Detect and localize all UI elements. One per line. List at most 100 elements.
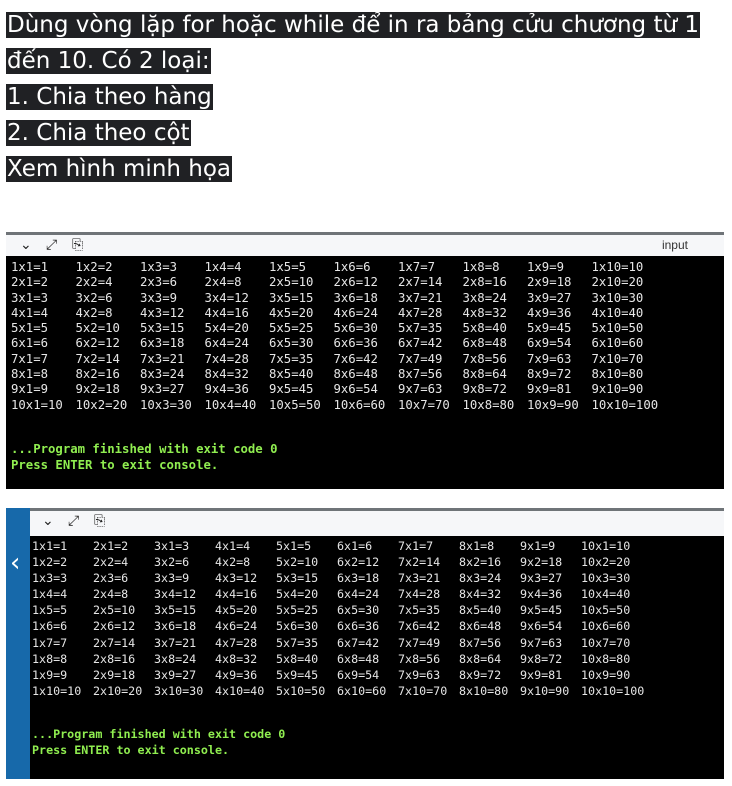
table-cell: 3x1=3 xyxy=(154,539,190,553)
table-cell: 6x4=24 xyxy=(204,336,249,351)
chevron-left-icon[interactable]: ‹ xyxy=(10,548,20,578)
table-cell: 7x8=56 xyxy=(462,351,507,366)
table-cell: 7x10=70 xyxy=(398,683,448,698)
table-cell: 7x1=7 xyxy=(398,539,434,553)
table-cell: 2x1=2 xyxy=(11,275,49,290)
table-cell: 6x5=30 xyxy=(269,336,314,351)
table-cell: 7x6=42 xyxy=(333,351,378,366)
table-cell: 5x3=15 xyxy=(140,321,185,336)
table-cell: 6x3=18 xyxy=(140,336,185,351)
table-cell: 9x2=18 xyxy=(75,382,120,397)
table-row: 8x1=8 8x2=16 8x3=24 8x4=32 8x5=40 8x6=48 8x7=5… xyxy=(11,367,656,382)
table-cell: 1x4=4 xyxy=(32,587,68,602)
table-cell: 4x5=20 xyxy=(269,305,314,320)
console-toolbar: ⌄ ⤢ ⎘ xyxy=(30,508,724,536)
question-line: Xem hình minh họa xyxy=(6,156,233,182)
table-cell: 3x3=9 xyxy=(140,290,178,305)
chevron-down-icon[interactable]: ⌄ xyxy=(42,513,54,529)
table-row: 1x3=3 2x3=6 3x3=9 4x3=12 5x3=15 6x3=18 7x3=21 8… xyxy=(32,570,642,586)
console-text: 1x1=1 2x1=2 3x1=3 4x1=4 5x1=5 6x1=6 7x1=7 8x1=8… xyxy=(32,538,645,699)
table-cell: 8x4=32 xyxy=(204,367,249,382)
table-cell: 7x6=42 xyxy=(398,619,441,634)
table-cell: 3x10=30 xyxy=(591,290,644,305)
table-cell: 9x3=27 xyxy=(140,382,185,397)
table-cell: 10x10=100 xyxy=(581,683,645,698)
table-cell: 5x9=45 xyxy=(527,321,572,336)
table-cell: 8x9=72 xyxy=(459,667,502,682)
table-cell: 6x8=48 xyxy=(337,651,380,666)
table-cell: 8x10=80 xyxy=(591,367,644,382)
table-cell: 2x8=16 xyxy=(462,275,507,290)
table-cell: 7x1=7 xyxy=(11,351,49,366)
table-cell: 5x6=30 xyxy=(333,321,378,336)
table-cell: 6x10=60 xyxy=(337,683,387,698)
table-cell: 5x7=35 xyxy=(398,321,443,336)
table-cell: 6x2=12 xyxy=(337,555,380,570)
expand-icon[interactable]: ⤢ xyxy=(68,513,79,529)
table-cell: 2x9=18 xyxy=(527,275,572,290)
table-cell: 1x7=7 xyxy=(398,260,436,274)
table-cell: 5x1=5 xyxy=(276,539,312,553)
table-cell: 8x9=72 xyxy=(527,367,572,382)
table-cell: 10x1=10 xyxy=(581,539,631,553)
table-cell: 10x2=20 xyxy=(75,397,128,412)
table-cell: 3x8=24 xyxy=(154,651,197,666)
table-row: 6x1=6 6x2=12 6x3=18 6x4=24 6x5=30 6x6=36 6x7=4… xyxy=(11,336,656,351)
table-row: 2x1=2 2x2=4 2x3=6 2x4=8 2x5=10 2x6=12 2x7=14 2x… xyxy=(11,275,656,290)
expand-icon[interactable]: ⤢ xyxy=(46,237,57,253)
table-cell: 8x3=24 xyxy=(459,571,502,586)
table-cell: 2x9=18 xyxy=(93,667,136,682)
table-row: 5x1=5 5x2=10 5x3=15 5x4=20 5x5=25 5x6=30 5x7=3… xyxy=(11,321,656,336)
table-cell: 10x4=40 xyxy=(204,397,257,412)
table-cell: 1x1=1 xyxy=(32,539,68,553)
table-cell: 4x1=4 xyxy=(11,305,49,320)
table-cell: 1x10=10 xyxy=(591,260,644,274)
question-line: đến 10. Có 2 loại: xyxy=(6,48,211,74)
table-row: 1x7=7 2x7=14 3x7=21 4x7=28 5x7=35 6x7=42 7x7=4… xyxy=(32,635,642,651)
table-cell: 10x7=70 xyxy=(398,397,450,412)
table-cell: 8x3=24 xyxy=(140,367,185,382)
table-cell: 4x6=24 xyxy=(333,305,378,320)
table-row: 1x1=1 2x1=2 3x1=3 4x1=4 5x1=5 6x1=6 7x1=7 8x1=8… xyxy=(32,538,642,554)
table-cell: 7x7=49 xyxy=(398,351,443,366)
table-cell: 6x3=18 xyxy=(337,571,380,586)
table-cell: 9x7=63 xyxy=(520,635,563,650)
table-cell: 1x5=5 xyxy=(32,603,68,618)
table-cell: 3x7=21 xyxy=(398,290,443,305)
table-row: 7x1=7 7x2=14 7x3=21 7x4=28 7x5=35 7x6=42 7x7=4… xyxy=(11,352,656,367)
table-cell: 4x4=16 xyxy=(215,587,258,602)
table-cell: 7x10=70 xyxy=(591,351,644,366)
table-cell: 2x3=6 xyxy=(140,275,178,290)
clipboard-icon[interactable]: ⎘ xyxy=(94,513,105,529)
chevron-down-icon[interactable]: ⌄ xyxy=(20,237,32,253)
table-cell: 7x3=21 xyxy=(398,571,441,586)
table-row: 1x2=2 2x2=4 3x2=6 4x2=8 5x2=10 6x2=12 7x2=14 8x… xyxy=(32,554,642,570)
table-row: 9x1=9 9x2=18 9x3=27 9x4=36 9x5=45 9x6=54 9x7=6… xyxy=(11,382,656,397)
table-cell: 9x3=27 xyxy=(520,571,563,586)
table-cell: 7x9=63 xyxy=(527,351,572,366)
table-cell: 9x1=9 xyxy=(520,539,556,553)
side-panel-toggle[interactable]: ‹ xyxy=(6,508,30,779)
table-cell: 8x6=48 xyxy=(333,367,378,382)
table-row: 4x1=4 4x2=8 4x3=12 4x4=16 4x5=20 4x6=24 4x7=28… xyxy=(11,306,656,321)
table-cell: 1x8=8 xyxy=(32,651,68,666)
table-cell: 1x6=6 xyxy=(333,260,371,274)
console-output-by-column: ‹ ⌄ ⤢ ⎘ 1x1=1 2x1=2 3x1=3 4x1=4 5x1=5 6x1=6 7x… xyxy=(6,508,724,779)
table-cell: 2x10=20 xyxy=(93,683,143,698)
table-cell: 1x3=3 xyxy=(140,260,178,274)
table-cell: 4x2=8 xyxy=(75,305,113,320)
table-cell: 7x4=28 xyxy=(398,587,441,602)
table-cell: 1x10=10 xyxy=(32,683,82,698)
table-cell: 2x6=12 xyxy=(333,275,378,290)
question-text: Dùng vòng lặp for hoặc while để in ra bả… xyxy=(6,7,726,187)
table-cell: 4x3=12 xyxy=(215,571,258,586)
input-label: input xyxy=(661,238,688,252)
table-cell: 8x5=40 xyxy=(459,603,502,618)
table-cell: 6x9=54 xyxy=(337,667,380,682)
table-cell: 1x4=4 xyxy=(204,260,242,274)
clipboard-icon[interactable]: ⎘ xyxy=(72,237,83,253)
table-cell: 8x1=8 xyxy=(459,539,495,553)
table-cell: 1x5=5 xyxy=(269,260,307,274)
table-cell: 9x2=18 xyxy=(520,555,563,570)
exit-status: ...Program finished with exit code 0 Pre… xyxy=(11,442,278,472)
